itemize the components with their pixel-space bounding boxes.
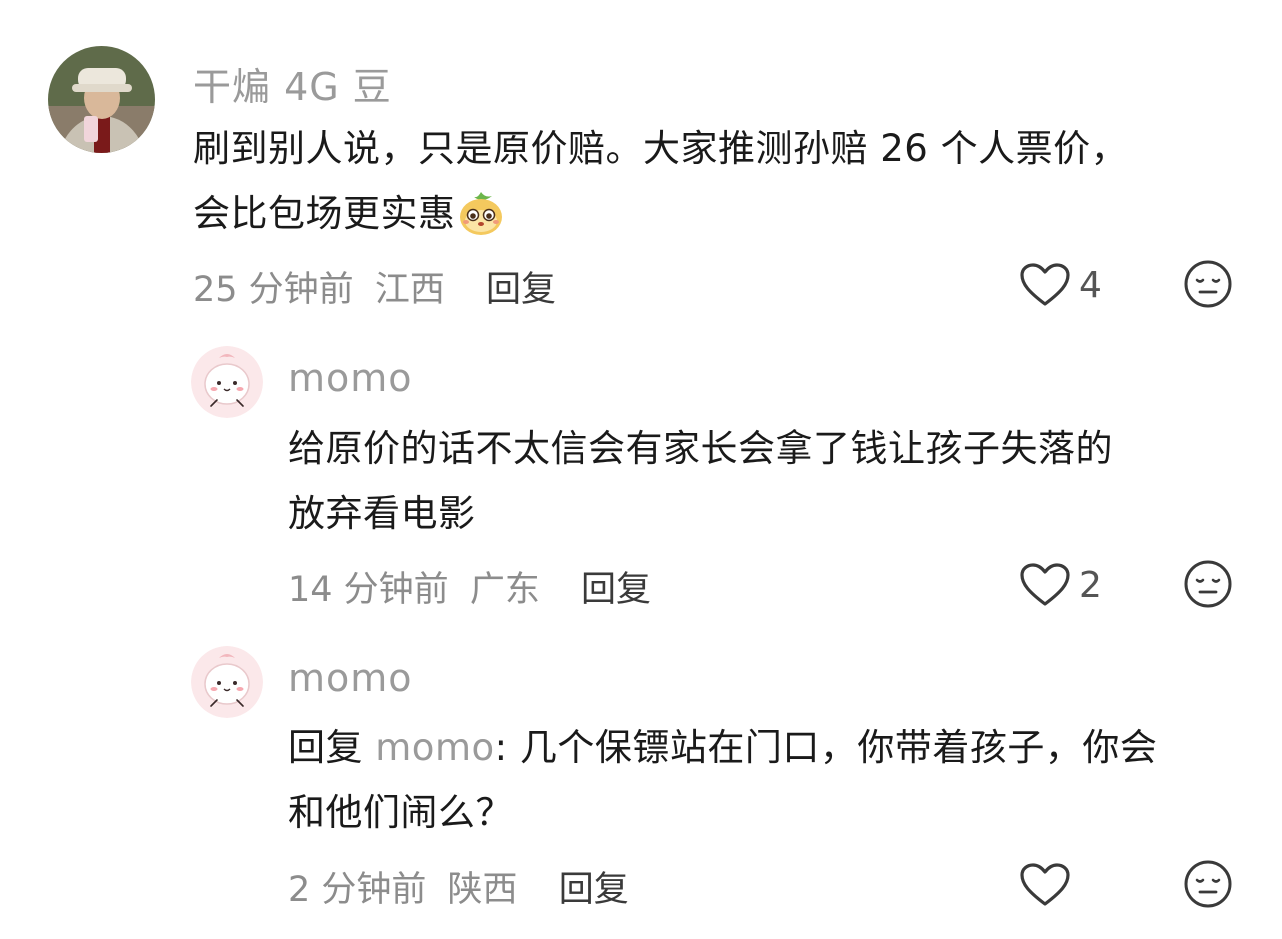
like-button[interactable] — [1019, 860, 1071, 910]
dislike-button[interactable] — [1183, 859, 1233, 909]
heart-outline-icon — [1020, 863, 1070, 906]
comment-meta: 2 分钟前 陕西 回复 — [288, 861, 629, 912]
reply-item: momo 回复 momo: 几个保镖站在门口，你带着孩子，你会 和他们闹么？ 2… — [0, 0, 1282, 939]
comment-thread: 干煸 4G 豆 刷到别人说，只是原价赔。大家推测孙赔 26 个人票价， 会比包场… — [0, 0, 1282, 939]
reply-prefix: 回复 — [288, 726, 363, 769]
comment-text-span: : 几个保镖站在门口，你带着孩子，你会 — [494, 726, 1158, 769]
mention-link[interactable]: momo — [375, 726, 494, 769]
reply-button[interactable]: 回复 — [559, 870, 629, 910]
meh-face-icon — [1184, 860, 1232, 908]
cartoon-avatar — [191, 646, 263, 718]
comment-text-line: 回复 momo: 几个保镖站在门口，你带着孩子，你会 — [288, 715, 1263, 780]
comment-text-line: 和他们闹么？ — [288, 791, 513, 834]
comment-text: 回复 momo: 几个保镖站在门口，你带着孩子，你会 和他们闹么？ — [288, 715, 1263, 845]
comment-time: 2 分钟前 — [288, 870, 427, 910]
username[interactable]: momo — [288, 656, 413, 700]
comment-location: 陕西 — [447, 870, 518, 910]
avatar[interactable] — [191, 646, 263, 718]
